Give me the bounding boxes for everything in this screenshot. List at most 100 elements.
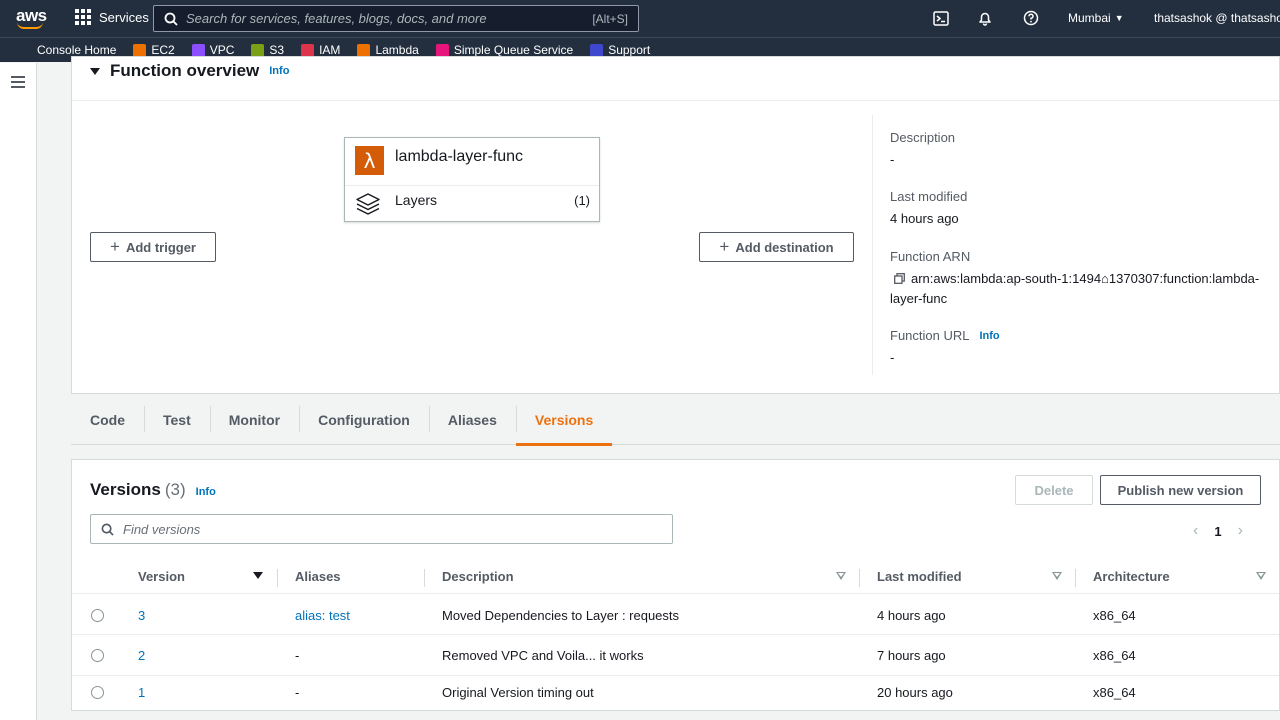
find-versions-field[interactable] <box>90 514 673 544</box>
left-rail <box>0 63 37 720</box>
search-shortcut: [Alt+S] <box>592 11 628 26</box>
function-diagram-card: λ lambda-layer-func Layers (1) <box>344 137 600 222</box>
function-arn: arn:aws:lambda:ap-south-1:1494⌂1370307:f… <box>890 269 1262 309</box>
last-modified-value: 4 hours ago <box>890 211 959 226</box>
tab-configuration[interactable]: Configuration <box>299 394 429 445</box>
delete-button[interactable]: Delete <box>1015 475 1093 505</box>
alias-value: - <box>295 685 300 700</box>
pagination: ‹ 1 › <box>1193 522 1243 540</box>
version-description: Moved Dependencies to Layer : requests <box>442 608 680 623</box>
tab-monitor[interactable]: Monitor <box>209 394 299 445</box>
next-page-icon[interactable]: › <box>1238 522 1243 540</box>
column-header-version[interactable]: Version <box>138 569 185 584</box>
service-icon <box>301 43 315 57</box>
column-divider <box>277 569 278 587</box>
table-row[interactable]: 1 - Original Version timing out 20 hours… <box>72 677 1279 711</box>
column-header-description[interactable]: Description <box>442 569 514 584</box>
add-destination-button[interactable]: + Add destination <box>699 232 854 262</box>
sort-descending-icon[interactable] <box>253 572 263 579</box>
versions-count: (3) <box>164 480 186 499</box>
version-link[interactable]: 2 <box>138 648 145 663</box>
add-trigger-button[interactable]: + Add trigger <box>90 232 216 262</box>
sort-icon[interactable] <box>1256 572 1266 580</box>
current-page[interactable]: 1 <box>1214 524 1221 539</box>
service-icon <box>19 43 32 57</box>
tab-aliases[interactable]: Aliases <box>428 394 516 445</box>
service-icon <box>191 43 205 57</box>
previous-page-icon[interactable]: ‹ <box>1193 522 1198 540</box>
favorite-label: S3 <box>269 43 285 57</box>
sort-icon[interactable] <box>836 572 846 580</box>
caret-down-icon: ▼ <box>1114 13 1124 23</box>
global-search-input[interactable]: Search for services, features, blogs, do… <box>153 5 639 32</box>
version-description: Removed VPC and Voila... it works <box>442 648 644 663</box>
function-tabs: Code Test Monitor Configuration Aliases … <box>71 394 1280 446</box>
version-last-modified: 7 hours ago <box>877 648 946 663</box>
cloudshell-icon[interactable] <box>932 9 950 27</box>
tab-versions[interactable]: Versions <box>515 394 613 446</box>
services-menu-button[interactable]: Services <box>75 9 149 25</box>
overview-divider <box>872 115 873 375</box>
favorite-vpc[interactable]: VPC <box>191 43 234 57</box>
collapse-caret-icon <box>90 67 100 75</box>
favorite-label: EC2 <box>151 43 175 57</box>
function-node[interactable]: λ lambda-layer-func <box>345 138 599 186</box>
function-name: lambda-layer-func <box>395 148 524 165</box>
versions-info-link[interactable]: Info <box>196 486 216 498</box>
tab-code[interactable]: Code <box>71 394 144 445</box>
bell-icon[interactable] <box>976 9 994 27</box>
service-icon <box>590 43 604 57</box>
alias-link[interactable]: alias: test <box>295 608 350 623</box>
services-label: Services <box>99 9 149 25</box>
aws-logo[interactable]: aws <box>16 6 47 30</box>
plus-icon: + <box>110 237 120 256</box>
layers-icon <box>356 193 380 215</box>
favorite-console-home[interactable]: Console Home <box>19 43 116 57</box>
sort-icon[interactable] <box>1052 572 1062 580</box>
favorite-label: Lambda <box>375 43 419 57</box>
favorite-iam[interactable]: IAM <box>301 43 340 57</box>
function-overview-toggle[interactable]: Function overview Info <box>90 61 289 81</box>
function-url-info-link[interactable]: Info <box>979 330 999 342</box>
versions-title: Versions <box>90 480 161 499</box>
aws-smile-icon <box>17 22 43 29</box>
function-url-label-row: Function URL Info <box>890 328 1000 343</box>
favorite-lambda[interactable]: Lambda <box>357 43 419 57</box>
version-link[interactable]: 3 <box>138 608 145 623</box>
menu-icon[interactable] <box>11 76 25 88</box>
version-description: Original Version timing out <box>442 685 594 700</box>
column-divider <box>859 569 860 587</box>
service-icon <box>133 43 147 57</box>
layers-node[interactable]: Layers (1) <box>345 186 599 223</box>
lambda-icon: λ <box>355 146 384 175</box>
search-icon <box>101 523 114 536</box>
find-versions-input[interactable] <box>123 521 643 537</box>
help-icon[interactable] <box>1022 9 1040 27</box>
search-icon <box>164 12 178 26</box>
account-menu[interactable]: thatsashok @ thatsashok <box>1154 11 1280 25</box>
favorite-s3[interactable]: S3 <box>251 43 284 57</box>
row-radio[interactable] <box>91 686 104 699</box>
row-radio[interactable] <box>91 649 104 662</box>
table-row[interactable]: 3 alias: test Moved Dependencies to Laye… <box>72 595 1279 635</box>
row-radio[interactable] <box>91 609 104 622</box>
plus-icon: + <box>719 237 730 256</box>
description-value: - <box>890 152 895 167</box>
search-placeholder: Search for services, features, blogs, do… <box>186 11 487 26</box>
service-icon <box>251 43 265 57</box>
favorite-simple-queue-service[interactable]: Simple Queue Service <box>435 43 573 57</box>
publish-new-version-button[interactable]: Publish new version <box>1100 475 1261 505</box>
favorite-ec2[interactable]: EC2 <box>133 43 175 57</box>
tab-test[interactable]: Test <box>144 394 210 445</box>
favorite-support[interactable]: Support <box>590 43 650 57</box>
region-selector[interactable]: Mumbai ▼ <box>1068 11 1124 25</box>
function-overview-panel: Function overview Info λ lambda-layer-fu… <box>71 56 1280 394</box>
service-icon <box>435 43 449 57</box>
favorite-label: Support <box>608 43 651 57</box>
version-link[interactable]: 1 <box>138 685 145 700</box>
table-row[interactable]: 2 - Removed VPC and Voila... it works 7 … <box>72 636 1279 676</box>
copy-icon[interactable] <box>894 270 905 284</box>
column-header-last-modified[interactable]: Last modified <box>877 569 962 584</box>
info-link[interactable]: Info <box>269 65 289 77</box>
column-header-architecture[interactable]: Architecture <box>1093 569 1170 584</box>
